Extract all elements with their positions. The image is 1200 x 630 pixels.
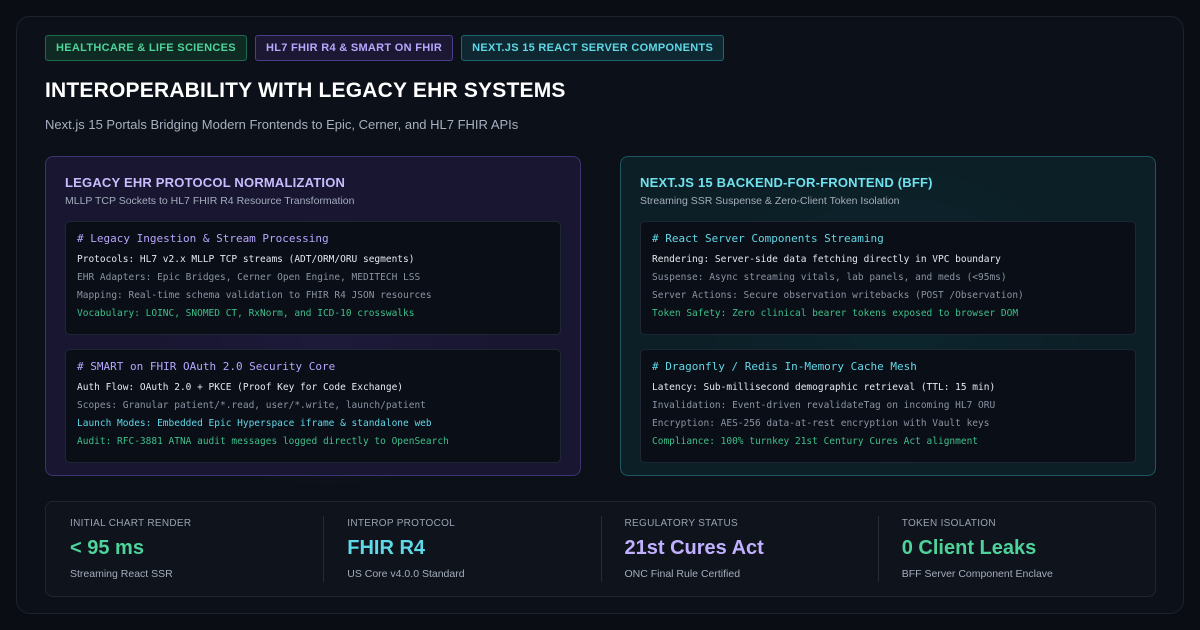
panel-title: NEXT.JS 15 BACKEND-FOR-FRONTEND (BFF) — [640, 175, 933, 190]
code-block-legacy-ingestion: # Legacy Ingestion & Stream Processing P… — [65, 221, 561, 335]
stat-caption: US Core v4.0.0 Standard — [347, 568, 465, 580]
badge-hl7-fhir: HL7 FHIR R4 & SMART ON FHIR — [254, 35, 454, 61]
stat-value: FHIR R4 — [347, 537, 426, 559]
stat-interop-protocol: INTEROP PROTOCOL FHIR R4 US Core v4.0.0 … — [323, 502, 600, 596]
panel-title: LEGACY EHR PROTOCOL NORMALIZATION — [65, 175, 346, 190]
tag-badges: HEALTHCARE & LIFE SCIENCES HL7 FHIR R4 &… — [45, 35, 725, 61]
page-subtitle: Next.js 15 Portals Bridging Modern Front… — [45, 117, 519, 132]
stats-bar: INITIAL CHART RENDER < 95 ms Streaming R… — [45, 501, 1156, 597]
stat-caption: Streaming React SSR — [70, 568, 173, 580]
page-frame: HEALTHCARE & LIFE SCIENCES HL7 FHIR R4 &… — [16, 16, 1184, 614]
stat-token-isolation: TOKEN ISOLATION 0 Client Leaks BFF Serve… — [877, 502, 1155, 596]
code-line: Server Actions: Secure observation write… — [652, 290, 1024, 301]
code-line: EHR Adapters: Epic Bridges, Cerner Open … — [77, 272, 421, 283]
panel-subtitle: MLLP TCP Sockets to HL7 FHIR R4 Resource… — [65, 195, 355, 207]
code-block-cache-mesh: # Dragonfly / Redis In-Memory Cache Mesh… — [640, 349, 1136, 463]
code-heading: # SMART on FHIR OAuth 2.0 Security Core — [77, 360, 336, 373]
stat-regulatory-status: REGULATORY STATUS 21st Cures Act ONC Fin… — [600, 502, 878, 596]
code-line: Rendering: Server-side data fetching dir… — [652, 254, 1001, 265]
code-line: Suspense: Async streaming vitals, lab pa… — [652, 272, 1007, 283]
stat-caption: ONC Final Rule Certified — [624, 568, 741, 580]
code-line: Mapping: Real-time schema validation to … — [77, 290, 432, 301]
code-line: Auth Flow: OAuth 2.0 + PKCE (Proof Key f… — [77, 382, 404, 393]
code-block-rsc-streaming: # React Server Components Streaming Rend… — [640, 221, 1136, 335]
code-line: Compliance: 100% turnkey 21st Century Cu… — [652, 436, 979, 447]
stat-value: < 95 ms — [70, 537, 144, 559]
page-title: INTEROPERABILITY WITH LEGACY EHR SYSTEMS — [45, 79, 566, 102]
stat-value: 21st Cures Act — [624, 537, 764, 559]
code-heading: # React Server Components Streaming — [652, 232, 884, 245]
nextjs-bff-panel: NEXT.JS 15 BACKEND-FOR-FRONTEND (BFF) St… — [620, 156, 1156, 476]
code-line: Launch Modes: Embedded Epic Hyperspace i… — [77, 418, 432, 429]
code-block-smart-on-fhir: # SMART on FHIR OAuth 2.0 Security Core … — [65, 349, 561, 463]
panel-subtitle: Streaming SSR Suspense & Zero-Client Tok… — [640, 195, 900, 207]
code-heading: # Dragonfly / Redis In-Memory Cache Mesh — [652, 360, 917, 373]
stat-label: INITIAL CHART RENDER — [70, 518, 192, 529]
code-line: Invalidation: Event-driven revalidateTag… — [652, 400, 996, 411]
stat-label: INTEROP PROTOCOL — [347, 518, 456, 529]
stat-value: 0 Client Leaks — [901, 537, 1037, 559]
legacy-ehr-panel: LEGACY EHR PROTOCOL NORMALIZATION MLLP T… — [45, 156, 581, 476]
code-line: Scopes: Granular patient/*.read, user/*.… — [77, 400, 426, 411]
stat-label: REGULATORY STATUS — [624, 518, 738, 529]
stat-caption: BFF Server Component Enclave — [901, 568, 1053, 580]
code-line: Audit: RFC-3881 ATNA audit messages logg… — [77, 436, 449, 447]
badge-healthcare: HEALTHCARE & LIFE SCIENCES — [45, 35, 247, 61]
badge-nextjs: NEXT.JS 15 REACT SERVER COMPONENTS — [461, 35, 725, 61]
code-line: Encryption: AES-256 data-at-rest encrypt… — [652, 418, 990, 429]
code-line: Token Safety: Zero clinical bearer token… — [652, 308, 1019, 319]
code-heading: # Legacy Ingestion & Stream Processing — [77, 232, 329, 245]
stat-label: TOKEN ISOLATION — [901, 518, 996, 529]
code-line: Protocols: HL7 v2.x MLLP TCP streams (AD… — [77, 254, 415, 265]
code-line: Vocabulary: LOINC, SNOMED CT, RxNorm, an… — [77, 308, 415, 319]
stat-chart-render: INITIAL CHART RENDER < 95 ms Streaming R… — [46, 502, 323, 596]
code-line: Latency: Sub-millisecond demographic ret… — [652, 382, 996, 393]
